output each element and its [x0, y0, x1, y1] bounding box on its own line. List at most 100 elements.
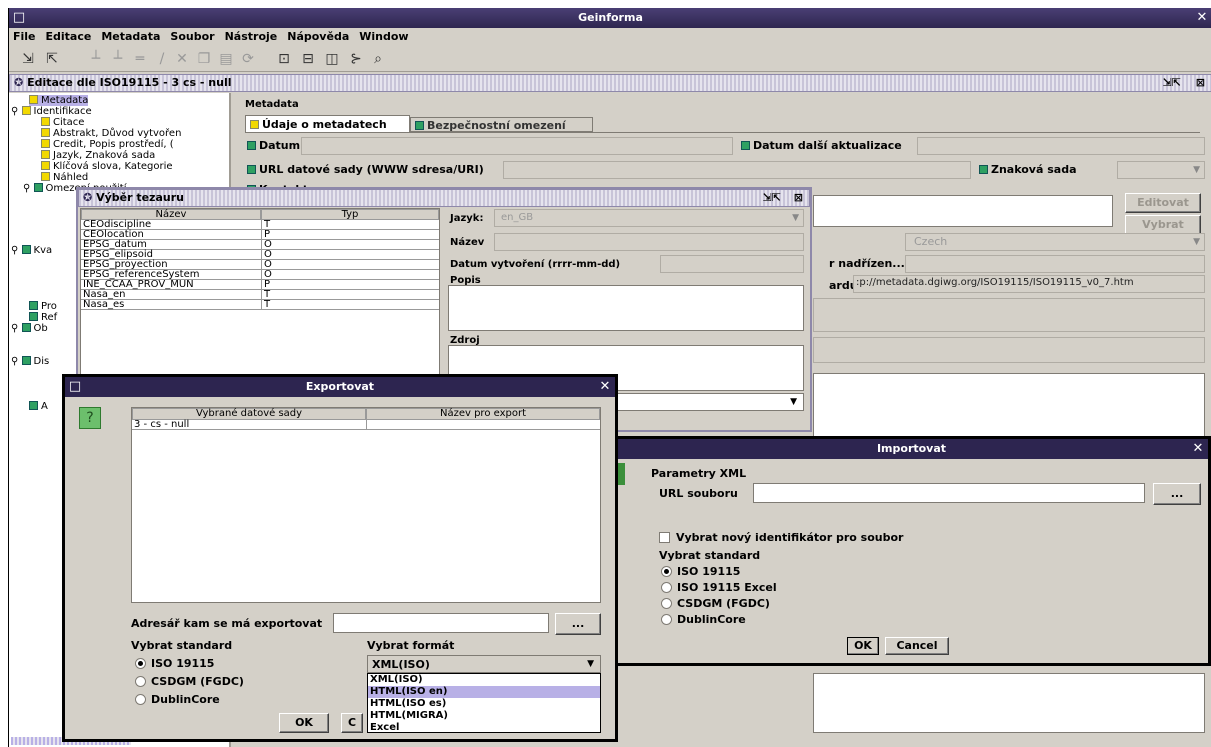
import-radio-iso-excel[interactable]: ISO 19115 Excel — [661, 581, 777, 594]
folder-icon — [33, 183, 43, 192]
paste-icon[interactable]: ▤ — [217, 50, 235, 68]
import-browse-button[interactable]: ... — [1153, 483, 1201, 505]
add-child-icon[interactable]: ┴ — [109, 50, 127, 68]
chevron-down-icon: ▼ — [790, 397, 797, 407]
app-titlebar: □ Geinforma ✕ — [9, 8, 1211, 28]
kontakt-list[interactable] — [813, 195, 1113, 227]
format-option-html-es[interactable]: HTML(ISO es) — [368, 698, 600, 710]
folder-icon — [21, 323, 31, 332]
tree-node-abstrakt[interactable]: Abstrakt, Důvod vytvořen — [41, 128, 181, 139]
menu-nastroje[interactable]: Nástroje — [225, 30, 278, 43]
menu-file[interactable]: File — [13, 30, 36, 43]
delete-icon[interactable]: ✕ — [173, 50, 191, 68]
tree-node-dis[interactable]: ⚲ Dis — [11, 356, 49, 367]
copy-icon[interactable]: ❐ — [195, 50, 213, 68]
tree-node-a[interactable]: A — [29, 401, 48, 412]
search-icon[interactable]: ⌕ — [369, 50, 387, 68]
popis-textarea[interactable] — [448, 285, 804, 331]
export-table: Vybrané datové sady Název pro export 3 -… — [131, 407, 601, 603]
datum-vytvoreni-field[interactable] — [660, 255, 804, 273]
tree-node-pro[interactable]: Pro — [29, 301, 57, 312]
export-cancel-button[interactable]: C — [341, 713, 363, 733]
vybrat-button[interactable]: Vybrat — [1125, 215, 1201, 235]
table-row[interactable]: Nasa_es T — [81, 300, 439, 310]
edit-icon[interactable]: / — [153, 50, 171, 68]
format-option-html-en[interactable]: HTML(ISO en) — [368, 686, 600, 698]
czech-select[interactable]: Czech ▼ — [905, 233, 1205, 251]
import-radio-iso[interactable]: ISO 19115 — [661, 565, 740, 578]
standard-url-field[interactable]: :p://metadata.dgiwg.org/ISO19115/ISO1911… — [853, 275, 1205, 293]
window-menu-icon[interactable]: □ — [11, 10, 27, 26]
import-url-input[interactable] — [753, 483, 1145, 503]
book-icon[interactable]: ◫ — [323, 50, 341, 68]
export-radio-iso[interactable]: ISO 19115 — [135, 657, 214, 670]
tree-node-kva[interactable]: ⚲ Kva — [11, 245, 52, 256]
menu-window[interactable]: Window — [359, 30, 408, 43]
add-node-icon[interactable]: ┴ — [87, 50, 105, 68]
export-icon[interactable]: ⇱ — [43, 50, 61, 68]
format-select[interactable]: XML(ISO) ▼ — [367, 655, 601, 673]
tree-icon[interactable]: ⊱ — [347, 50, 365, 68]
radio-on-icon — [661, 566, 672, 577]
add-sibling-icon[interactable]: ═ — [131, 50, 149, 68]
resize-icon[interactable]: ⇲⇱ — [763, 190, 781, 206]
close-icon[interactable]: ✕ — [1194, 10, 1210, 26]
tab-udaje[interactable]: Údaje o metadatech — [245, 115, 410, 132]
adresar-input[interactable] — [333, 613, 549, 633]
znakova-select[interactable]: ▼ — [1117, 161, 1205, 179]
nadrizen-field[interactable] — [905, 255, 1205, 273]
preview-icon[interactable]: ⊟ — [299, 50, 317, 68]
validate-icon[interactable]: ⊡ — [275, 50, 293, 68]
cell-nazev: Nasa_es — [83, 299, 125, 310]
col-header-typ[interactable]: Typ — [261, 209, 439, 220]
import-icon[interactable]: ⇲ — [19, 50, 37, 68]
close-tezaur-icon[interactable]: ⊠ — [794, 190, 803, 206]
format-option-html-migra[interactable]: HTML(MIGRA) — [368, 710, 600, 722]
export-radio-dublin[interactable]: DublinCore — [135, 693, 220, 706]
close-import-icon[interactable]: ✕ — [1190, 441, 1206, 457]
menu-napoveda[interactable]: Nápověda — [287, 30, 349, 43]
col-header-nazev-export[interactable]: Název pro export — [366, 408, 600, 420]
close-editor-icon[interactable]: ⊠ — [1196, 75, 1205, 91]
tree-node-nahled[interactable]: Náhled — [41, 172, 88, 183]
refresh-icon[interactable]: ⟳ — [239, 50, 257, 68]
folder-icon — [29, 95, 38, 104]
tree-node-credit[interactable]: Credit, Popis prostředí, ( — [41, 139, 174, 150]
window-menu-icon[interactable]: □ — [67, 379, 83, 395]
tree-node-identifikace[interactable]: ⚲ Identifikace — [11, 106, 92, 117]
tree-node-jazyk[interactable]: Jazyk, Znaková sada — [41, 150, 155, 161]
close-export-icon[interactable]: ✕ — [597, 379, 613, 395]
tab-bezpecnostni[interactable]: Bezpečnostní omezení — [410, 117, 593, 132]
import-ok-button[interactable]: OK — [847, 637, 879, 655]
nazev-field[interactable] — [494, 233, 804, 251]
menu-metadata[interactable]: Metadata — [101, 30, 160, 43]
minimize-icon[interactable]: ⇲⇱ — [1163, 75, 1181, 91]
menu-editace[interactable]: Editace — [46, 30, 92, 43]
format-option-xml[interactable]: XML(ISO) — [368, 674, 600, 686]
tree-node-klicova[interactable]: Klíčová slova, Kategorie — [41, 161, 173, 172]
tree-node-ob[interactable]: ⚲ Ob — [11, 323, 48, 334]
checkbox[interactable] — [659, 532, 670, 543]
table-row[interactable]: Nasa_en T — [81, 290, 439, 300]
datum-field[interactable] — [301, 137, 733, 155]
import-params: Parametry XML — [651, 467, 747, 480]
import-radio-dublin[interactable]: DublinCore — [661, 613, 746, 626]
editovat-button[interactable]: Editovat — [1125, 193, 1201, 213]
menu-soubor[interactable]: Soubor — [170, 30, 214, 43]
export-radio-csdgm[interactable]: CSDGM (FGDC) — [135, 675, 244, 688]
import-checkbox-row[interactable]: Vybrat nový identifikátor pro soubor — [659, 531, 903, 544]
import-radio-csdgm[interactable]: CSDGM (FGDC) — [661, 597, 770, 610]
import-cancel-button[interactable]: Cancel — [885, 637, 949, 655]
tree-node-citace[interactable]: Citace — [41, 117, 84, 128]
export-ok-button[interactable]: OK — [279, 713, 329, 733]
tezaur-select[interactable]: ▼ — [608, 393, 804, 411]
table-row[interactable]: INE_CCAA_PROV_MUN P — [81, 280, 439, 290]
format-option-excel[interactable]: Excel — [368, 722, 600, 734]
url-field[interactable] — [503, 161, 971, 179]
tree-node-ref[interactable]: Ref — [29, 312, 57, 323]
tree-node-metadata[interactable]: Metadata — [29, 95, 89, 106]
datum-dalsi-field[interactable] — [917, 137, 1205, 155]
export-browse-button[interactable]: ... — [555, 613, 601, 635]
jazyk-select[interactable]: en_GB ▼ — [494, 209, 804, 227]
table-row[interactable]: 3 - cs - null — [132, 420, 600, 430]
